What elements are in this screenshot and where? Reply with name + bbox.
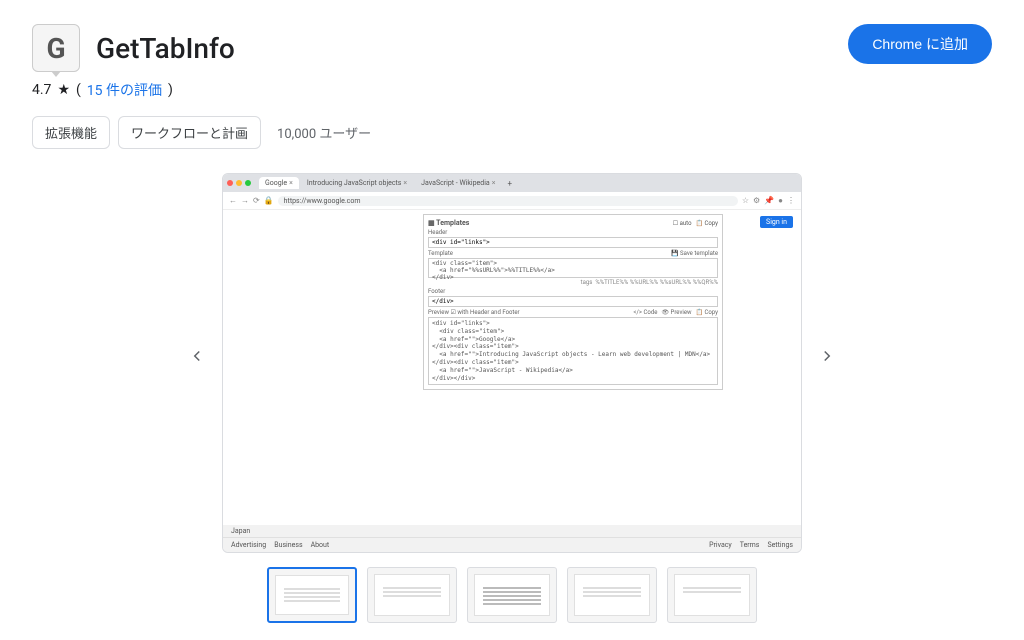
browser-tab: Google ×	[259, 177, 299, 189]
thumbnail-4[interactable]	[567, 567, 657, 623]
reviews-paren-open: (	[76, 82, 81, 98]
back-icon: ←	[229, 196, 237, 205]
code-button: </> Code	[633, 309, 657, 316]
thumbnail-2[interactable]	[367, 567, 457, 623]
template-label: Template	[428, 250, 453, 257]
chip-extension-type[interactable]: 拡張機能	[32, 116, 110, 149]
new-tab-button: +	[503, 177, 516, 190]
tags-list: %%TITLE%% %%URL%% %%sURL%% %%QR%%	[595, 279, 718, 286]
footer-link: Advertising	[231, 541, 266, 549]
window-controls	[227, 180, 251, 186]
extension-pin-icon: 📌	[764, 196, 774, 205]
star-icon: ☆	[742, 196, 749, 205]
panel-title: ▦ Templates	[428, 219, 469, 227]
template-textarea: <div class="item"> <a href="%%sURL%%">%%…	[428, 258, 718, 278]
forward-icon: →	[241, 196, 249, 205]
lock-icon: 🔒	[264, 196, 274, 205]
footer-input	[428, 296, 718, 307]
browser-tab: JavaScript - Wikipedia ×	[415, 177, 501, 189]
star-icon: ★	[57, 82, 70, 98]
header-input	[428, 237, 718, 248]
extension-puzzle-icon: ⚙	[753, 196, 760, 205]
thumbnail-1[interactable]	[267, 567, 357, 623]
header-label: Header	[428, 229, 447, 236]
add-to-chrome-button[interactable]: Chrome に追加	[848, 24, 992, 64]
footer-link: About	[311, 541, 330, 549]
signin-button: Sign in	[760, 216, 793, 228]
with-header-footer-label: with Header and Footer	[457, 309, 519, 316]
save-template-button: 💾 Save template	[671, 250, 718, 257]
profile-icon: ●	[778, 196, 783, 205]
footer-link: Terms	[740, 541, 760, 549]
browser-tab: Introducing JavaScript objects ×	[301, 177, 413, 189]
extension-popup-panel: ▦ Templates ☐ auto 📋 Copy Header Templat…	[423, 214, 723, 390]
copy-preview-button: 📋 Copy	[696, 309, 718, 316]
thumbnail-5[interactable]	[667, 567, 757, 623]
footer-label: Footer	[428, 288, 445, 295]
preview-label: Preview	[428, 309, 449, 316]
carousel-next-button[interactable]	[810, 339, 844, 379]
extension-title: GetTabInfo	[96, 32, 235, 65]
url-bar: https://www.google.com	[278, 196, 738, 206]
preview-button: 👁 Preview	[661, 309, 691, 316]
carousel-prev-button[interactable]	[180, 339, 214, 379]
copy-button: 📋 Copy	[696, 220, 718, 227]
chevron-left-icon	[188, 347, 206, 365]
chip-category[interactable]: ワークフローと計画	[118, 116, 261, 149]
screenshot-main[interactable]: Google × Introducing JavaScript objects …	[222, 173, 802, 553]
footer-link: Settings	[767, 541, 793, 549]
reviews-paren-close: )	[168, 82, 173, 98]
chevron-right-icon	[818, 347, 836, 365]
auto-checkbox: ☐ auto	[673, 220, 692, 227]
rating-value: 4.7	[32, 82, 51, 98]
reviews-link[interactable]: 15 件の評価	[87, 80, 162, 100]
user-count: 10,000 ユーザー	[277, 123, 371, 142]
footer-link: Privacy	[709, 541, 732, 549]
preview-output: <div id="links"> <div class="item"> <a h…	[428, 317, 718, 385]
reload-icon: ⟳	[253, 196, 260, 205]
menu-icon: ⋮	[787, 196, 795, 205]
google-footer-country: Japan	[223, 525, 801, 538]
thumbnail-3[interactable]	[467, 567, 557, 623]
footer-link: Business	[274, 541, 302, 549]
tags-label: tags	[581, 279, 593, 286]
extension-icon: G	[32, 24, 80, 72]
